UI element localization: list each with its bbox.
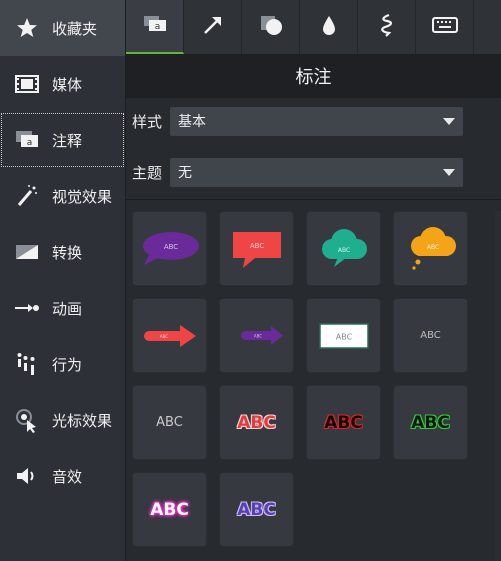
annotation-grid: ABC ABC ABC ABC ABC ABC ABC ABC ABC ABC … xyxy=(132,211,482,547)
speaker-icon xyxy=(14,463,40,489)
annotation-tile-red-arrow[interactable]: ABC xyxy=(132,298,207,373)
theme-label: 主题 xyxy=(132,163,163,182)
sidebar-item-label: 行为 xyxy=(52,355,83,374)
sidebar-item-annotations[interactable]: a 注释 xyxy=(0,112,125,168)
sidebar-item-behaviors[interactable]: 行为 xyxy=(0,336,125,392)
sidebar-item-favorites[interactable]: 收藏夹 xyxy=(0,0,125,56)
sidebar-item-label: 动画 xyxy=(52,299,83,318)
sidebar-item-label: 媒体 xyxy=(52,75,83,94)
tab-keystrokes[interactable] xyxy=(416,0,474,54)
behavior-icon xyxy=(14,351,40,377)
tab-shapes[interactable] xyxy=(242,0,300,54)
style-value: 基本 xyxy=(178,114,206,130)
tab-bar: a xyxy=(126,0,501,54)
annotation-tile-violet-outlined-text[interactable]: ABC xyxy=(219,472,294,547)
sidebar: 收藏夹 媒体 a 注释 视觉效果 转换 动画 行为 光标效果 音效 xyxy=(0,0,126,561)
scrollbar[interactable] xyxy=(495,211,501,561)
tab-callouts[interactable]: a xyxy=(126,0,184,54)
style-row: 样式 基本 xyxy=(126,106,501,136)
keystroke-tab-icon xyxy=(431,16,458,38)
tab-arrows-lines[interactable] xyxy=(184,0,242,54)
sidebar-item-label: 音效 xyxy=(52,467,83,486)
annotation-tile-dark-green-text[interactable]: ABC xyxy=(393,385,468,460)
annotation-tile-red-rect-callout[interactable]: ABC xyxy=(219,211,294,286)
star-icon xyxy=(14,15,40,41)
sidebar-item-media[interactable]: 媒体 xyxy=(0,56,125,112)
sidebar-item-label: 光标效果 xyxy=(52,411,113,430)
annotation-sample-text: ABC xyxy=(411,412,450,433)
divider xyxy=(126,199,501,200)
annotation-sample-text: ABC xyxy=(163,243,177,251)
purple-arrow-callout-icon: ABC xyxy=(240,325,283,345)
annotation-sample-text: ABC xyxy=(253,333,261,338)
sidebar-item-label: 收藏夹 xyxy=(52,19,98,38)
red-arrow-callout-icon: ABC xyxy=(143,324,196,347)
annotation-tile-white-box[interactable]: ABC xyxy=(306,298,381,373)
annotation-sample-text: ABC xyxy=(159,334,167,339)
sidebar-item-cursor-effects[interactable]: 光标效果 xyxy=(0,392,125,448)
sidebar-item-transitions[interactable]: 转换 xyxy=(0,224,125,280)
annotation-sample-text: ABC xyxy=(420,330,441,341)
style-label: 样式 xyxy=(132,112,163,131)
annotation-tile-teal-cloud[interactable]: ABC xyxy=(306,211,381,286)
chevron-down-icon xyxy=(443,168,455,176)
annotations-panel: a 标注 样式 基本 主题 无 ABC ABC ABC ABC ABC ABC … xyxy=(126,0,501,561)
annotation-sample-text: ABC xyxy=(249,242,263,250)
film-icon xyxy=(14,71,40,97)
annotation-sample-text: ABC xyxy=(150,499,189,520)
annotation-tile-orange-thought-cloud[interactable]: ABC xyxy=(393,211,468,286)
annotation-sample-text: ABC xyxy=(237,412,276,433)
sidebar-item-audio-effects[interactable]: 音效 xyxy=(0,448,125,504)
shape-tab-icon xyxy=(259,14,283,40)
blur-drop-tab-icon xyxy=(321,14,337,40)
orange-thought-cloud-icon: ABC xyxy=(410,226,456,270)
transition-icon xyxy=(14,239,40,265)
annotation-tile-dark-red-text[interactable]: ABC xyxy=(306,385,381,460)
purple-speech-bubble-icon: ABC xyxy=(142,231,199,265)
theme-row: 主题 无 xyxy=(126,157,501,187)
svg-text:a: a xyxy=(154,22,160,32)
animation-icon xyxy=(14,295,40,321)
theme-dropdown[interactable]: 无 xyxy=(170,157,463,187)
annotation-tile-plain-text-small[interactable]: ABC xyxy=(393,298,468,373)
callout-tab-icon: a xyxy=(142,13,168,39)
sidebar-item-label: 视觉效果 xyxy=(52,187,113,206)
annotation-icon: a xyxy=(14,127,40,153)
annotation-tile-plain-text[interactable]: ABC xyxy=(132,385,207,460)
svg-text:a: a xyxy=(27,138,33,148)
sidebar-item-visual-effects[interactable]: 视觉效果 xyxy=(0,168,125,224)
magic-wand-icon xyxy=(14,183,40,209)
teal-cloud-icon: ABC xyxy=(321,228,367,267)
red-rect-callout-icon: ABC xyxy=(232,231,281,268)
cursor-effect-icon xyxy=(14,407,40,433)
annotation-sample-text: ABC xyxy=(337,247,349,254)
annotation-sample-text: ABC xyxy=(324,412,363,433)
annotation-sample-text: ABC xyxy=(156,415,183,430)
annotation-tile-purple-arrow[interactable]: ABC xyxy=(219,298,294,373)
annotation-sample-text: ABC xyxy=(426,244,438,251)
annotation-sample-text: ABC xyxy=(237,499,276,520)
tab-sketch-motion[interactable] xyxy=(358,0,416,54)
annotation-sample-text: ABC xyxy=(335,332,352,341)
white-box-callout-icon: ABC xyxy=(318,322,369,349)
theme-value: 无 xyxy=(178,165,192,181)
sidebar-item-label: 转换 xyxy=(52,243,83,262)
chevron-down-icon xyxy=(443,117,455,125)
annotation-tile-pink-glow-text[interactable]: ABC xyxy=(132,472,207,547)
sketch-motion-tab-icon xyxy=(377,13,397,41)
tab-blur-highlight[interactable] xyxy=(300,0,358,54)
sidebar-item-label: 注释 xyxy=(52,131,83,150)
style-dropdown[interactable]: 基本 xyxy=(170,106,463,136)
arrow-tab-icon xyxy=(202,14,224,40)
annotation-tile-purple-speech-bubble[interactable]: ABC xyxy=(132,211,207,286)
sidebar-item-animations[interactable]: 动画 xyxy=(0,280,125,336)
panel-title: 标注 xyxy=(126,54,501,98)
annotation-tile-red-outlined-text[interactable]: ABC xyxy=(219,385,294,460)
